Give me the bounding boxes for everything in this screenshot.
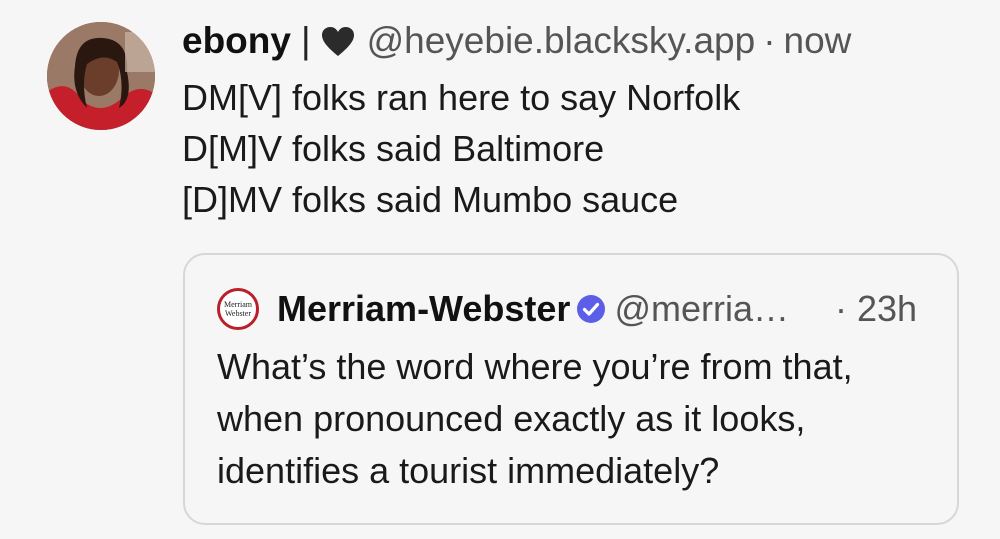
quoted-post-card[interactable]: Merriam Webster Merriam-Webster @merria…… bbox=[183, 253, 959, 525]
quoted-post-body: What’s the word where you’re from that, … bbox=[217, 341, 853, 497]
post-body-line: D[M]V folks said Baltimore bbox=[182, 128, 605, 169]
verified-check-icon bbox=[577, 295, 606, 323]
quoted-author-handle[interactable]: @merria… bbox=[614, 288, 789, 330]
avatar-image bbox=[47, 22, 155, 130]
quoted-body-line: when pronounced exactly as it looks, bbox=[217, 398, 806, 439]
quoted-post-header: Merriam Webster Merriam-Webster @merria… bbox=[217, 283, 789, 335]
post-timestamp[interactable]: now bbox=[784, 20, 852, 62]
post-body-line: DM[V] folks ran here to say Norfolk bbox=[182, 77, 741, 118]
merriam-webster-logo-icon[interactable]: Merriam Webster bbox=[217, 288, 259, 330]
quoted-post-timestamp[interactable]: · 23h bbox=[835, 283, 917, 335]
time-separator-dot: · bbox=[763, 20, 776, 61]
quoted-author-name[interactable]: Merriam-Webster bbox=[277, 288, 570, 330]
author-handle[interactable]: @heyebie.blacksky.app bbox=[367, 20, 756, 62]
logo-text-top: Merriam bbox=[224, 300, 253, 309]
avatar[interactable] bbox=[47, 22, 155, 130]
post-body-line: [D]MV folks said Mumbo sauce bbox=[182, 179, 679, 220]
post-body: DM[V] folks ran here to say Norfolk D[M]… bbox=[182, 72, 740, 225]
black-heart-icon bbox=[321, 25, 355, 57]
name-separator: | bbox=[300, 20, 311, 61]
logo-text-bottom: Webster bbox=[225, 309, 251, 318]
post: ebony | @heyebie.blacksky.app · now DM[V… bbox=[0, 0, 1000, 539]
author-name[interactable]: ebony bbox=[182, 20, 291, 62]
post-header: ebony | @heyebie.blacksky.app · now bbox=[182, 16, 851, 66]
quoted-body-line: What’s the word where you’re from that, bbox=[217, 346, 853, 387]
quoted-body-line: identifies a tourist immediately? bbox=[217, 450, 720, 491]
